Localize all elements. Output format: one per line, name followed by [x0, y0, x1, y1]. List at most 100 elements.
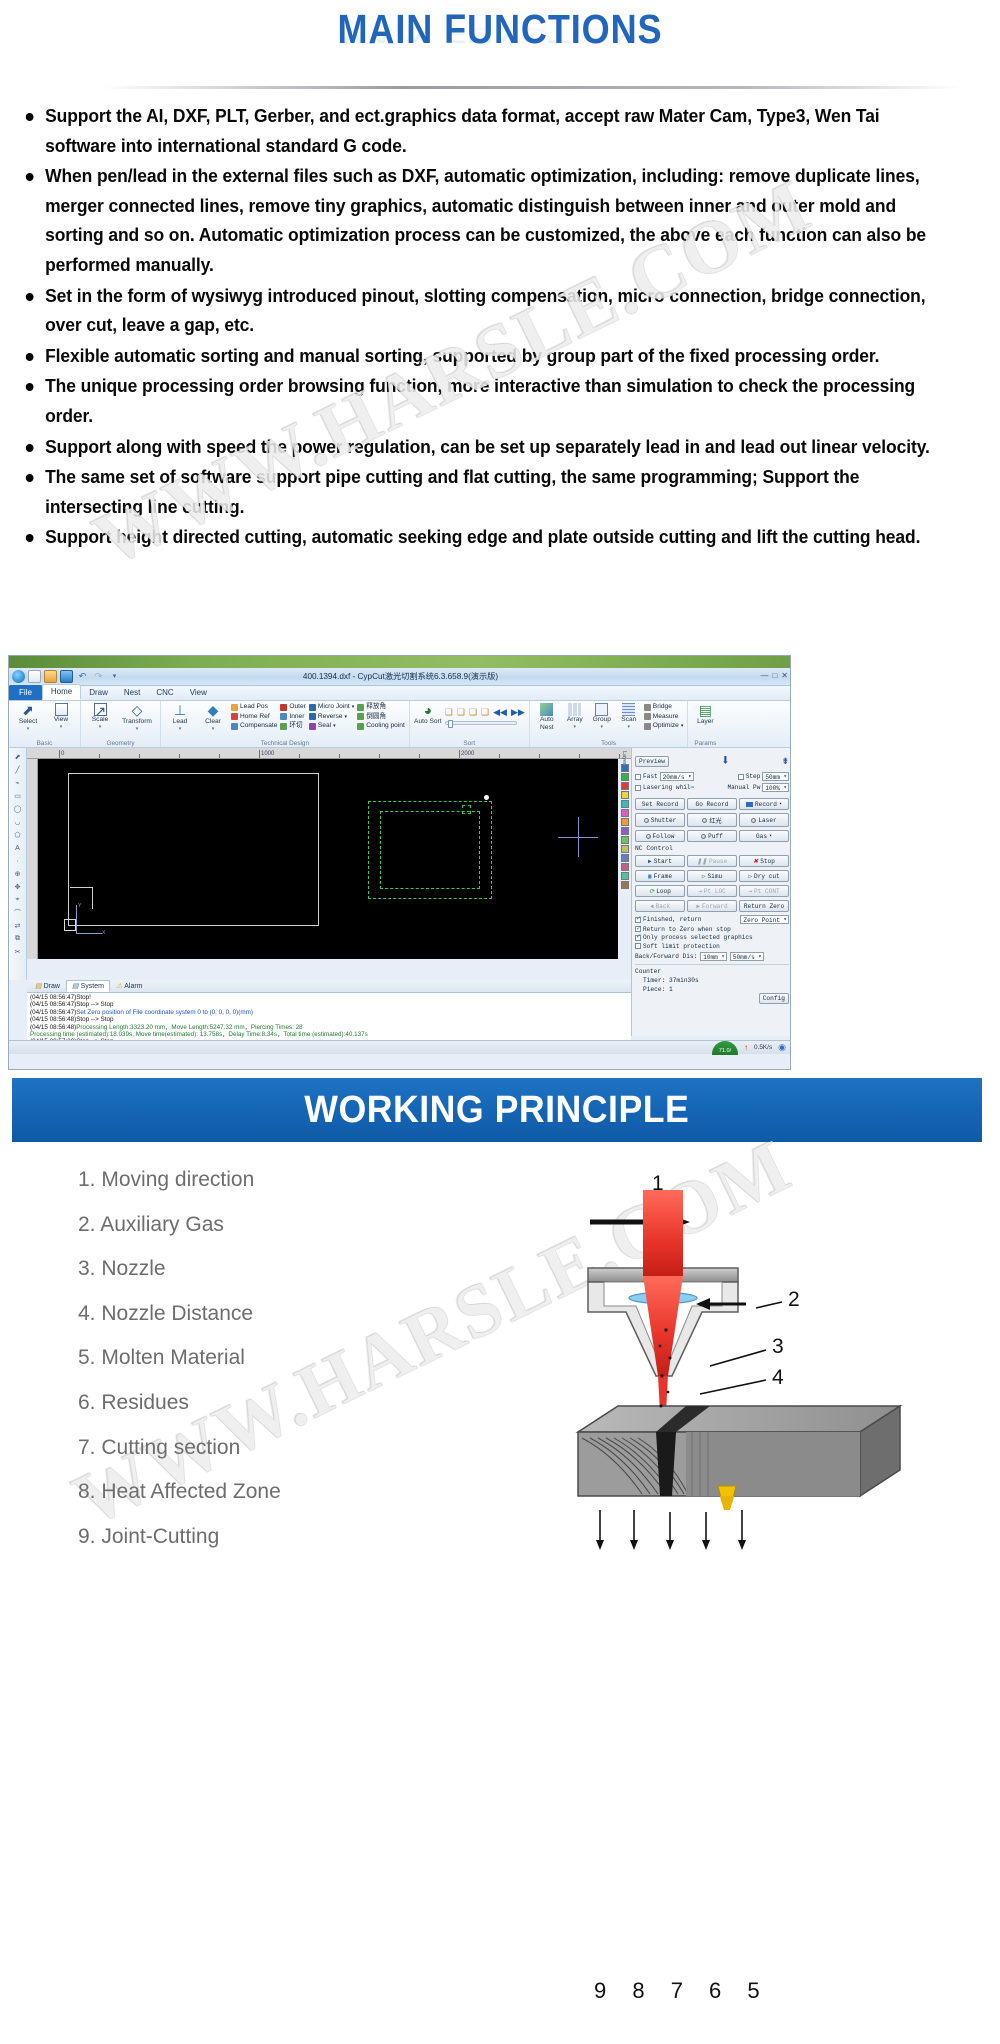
tab-nest[interactable]: Nest — [116, 686, 148, 700]
zero-point-select[interactable]: Zero Point — [740, 915, 789, 924]
stop-button[interactable]: ✖ Stop — [739, 855, 789, 867]
back-forward-speed-select[interactable]: 50mm/s — [729, 951, 764, 961]
bridge-button[interactable]: Bridge — [643, 703, 684, 711]
next-icon[interactable]: ▶▶ — [511, 707, 525, 718]
follow-button[interactable]: Follow — [635, 830, 685, 842]
start-button[interactable]: ▶ Start — [635, 855, 685, 867]
polygon-tool-icon[interactable]: ⬠ — [11, 829, 25, 841]
rect-tool-icon[interactable]: ▭ — [11, 790, 25, 802]
layer-swatch[interactable] — [621, 872, 629, 880]
line-tool-icon[interactable]: ╱ — [11, 764, 25, 776]
lead-button[interactable]: ⊥ Lead ▾ — [165, 703, 195, 732]
micro-joint-button[interactable]: Micro Joint ▾ — [308, 703, 354, 711]
prev-icon[interactable]: ◀◀ — [493, 707, 507, 718]
only-selected-checkbox[interactable] — [635, 932, 641, 941]
log-tab-system[interactable]: ▤ System — [65, 980, 110, 992]
gas-button[interactable]: Gas ▾ — [739, 830, 789, 842]
fast-checkbox-row[interactable]: Fast 20mm/s — [635, 772, 694, 781]
layer-swatch[interactable] — [621, 827, 629, 835]
manual-power-row[interactable]: Manual Pw 100% — [727, 783, 789, 792]
layer-button[interactable]: ▤ Layer — [692, 703, 718, 726]
nc-row-4[interactable]: ◀ Back ▶ Forward Return Zero — [635, 900, 789, 912]
go-record-button[interactable]: Go Record — [687, 798, 737, 810]
step-size-select[interactable]: 50mm — [762, 772, 789, 781]
slider-knob[interactable] — [447, 719, 453, 728]
node-tool-icon[interactable]: ⌖ — [11, 894, 25, 906]
return-zero-stop-row[interactable]: Return to Zero when stop — [635, 924, 789, 933]
offset-tool-icon[interactable]: ⧉ — [11, 933, 25, 945]
record-button-row[interactable]: Set Record Go Record Record ▾ — [635, 798, 789, 810]
log-tab-draw[interactable]: ▤ Draw — [30, 981, 65, 991]
layer-swatch[interactable] — [621, 845, 629, 853]
nozzle-icon[interactable]: ⇟ — [782, 754, 789, 768]
circle-tool-icon[interactable]: ◯ — [11, 803, 25, 815]
home-ref-button[interactable]: Home Ref — [231, 713, 277, 721]
arc-tool-icon[interactable]: ◡ — [11, 816, 25, 828]
drawing-toolbar[interactable]: ⬈ ╱ ⌁ ▭ ◯ ◡ ⬠ A · ⊕ ✥ ⌖ ⌒ ⇄ ⧉ ✂ — [9, 748, 27, 980]
scale-button[interactable]: ↗ Scale ▾ — [85, 703, 115, 730]
loop-button[interactable]: ⟳ Loop — [635, 885, 685, 897]
transform-button[interactable]: ◇ Transform ▾ — [118, 703, 156, 732]
array-button[interactable]: Array ▾ — [563, 703, 587, 730]
text-tool-icon[interactable]: A — [11, 842, 25, 854]
cooling-point-button[interactable]: Cooling point — [357, 722, 405, 730]
step-checkbox[interactable] — [737, 773, 744, 780]
compensate-button[interactable]: Compensate — [231, 722, 277, 730]
tab-file[interactable]: File — [9, 685, 42, 700]
optimize-button[interactable]: Optimize ▾ — [643, 722, 683, 730]
manual-power-select[interactable]: 100% — [762, 783, 789, 792]
device-toggle-row-1[interactable]: Shutter 红光 Laser — [635, 813, 789, 827]
reverse-button[interactable]: Reverse ▾ — [308, 713, 354, 721]
nc-row-3[interactable]: ⟳ Loop ⇥ Pt LOC ⇥ Pt CONT — [635, 885, 789, 897]
seq-1-icon[interactable]: ❑ — [445, 707, 453, 718]
sort-speed-slider[interactable] — [444, 719, 517, 728]
layer-swatch[interactable] — [621, 764, 629, 772]
preview-row[interactable]: Preview ⬇ ⇟ — [635, 751, 789, 771]
polyline-tool-icon[interactable]: ⌁ — [11, 777, 25, 789]
pointer-tool-icon[interactable]: ⬈ — [11, 751, 25, 763]
seq-3-icon[interactable]: ❑ — [469, 707, 477, 718]
drawing-canvas[interactable]: Y X — [38, 759, 618, 959]
trim-tool-icon[interactable]: ✂ — [11, 946, 25, 958]
tab-draw[interactable]: Draw — [81, 686, 116, 700]
down-arrow-icon[interactable]: ⬇ — [721, 754, 730, 769]
auto-nest-button[interactable]: Auto Nest — [534, 703, 560, 731]
seal-button[interactable]: Seal ▾ — [308, 722, 354, 730]
set-record-button[interactable]: Set Record — [635, 798, 685, 810]
forward-button[interactable]: ▶ Forward — [687, 900, 737, 912]
pause-button[interactable]: ❚❚ Pause — [687, 855, 737, 867]
release-angle-button[interactable]: 释放角 — [357, 703, 405, 711]
clear-button[interactable]: ◆ Clear ▾ — [198, 703, 228, 732]
back-button[interactable]: ◀ Back — [635, 900, 685, 912]
red-light-button[interactable]: 红光 — [687, 813, 737, 827]
shutter-button[interactable]: Shutter — [635, 813, 685, 827]
taskbar[interactable]: 71.0/ ↑ 0.5K/s ◉ — [9, 1040, 790, 1055]
tab-home[interactable]: Home — [41, 684, 82, 700]
pt-loc-button[interactable]: ⇥ Pt LOC — [687, 885, 737, 897]
measure-tool-icon[interactable]: ⌒ — [11, 907, 25, 919]
layer-swatch[interactable] — [621, 836, 629, 844]
ribbon-toolbar[interactable]: ⬈ Select ▾ View ▾ Basic ↗ Scale ▾ ◇ Tran… — [9, 701, 790, 748]
auto-sort-button[interactable]: ◕ Auto Sort — [414, 703, 442, 726]
lasering-while-checkbox[interactable] — [635, 784, 641, 791]
outer-button[interactable]: Outer — [280, 703, 306, 711]
layer-swatch[interactable] — [621, 863, 629, 871]
back-forward-distance-select[interactable]: 10mm — [700, 951, 727, 961]
window-controls[interactable]: — □ ✕ — [760, 671, 788, 680]
layer-swatch[interactable] — [621, 791, 629, 799]
nc-row-2[interactable]: ▣ Frame ▷ Simu ▷ Dry cut — [635, 870, 789, 882]
log-tabbar[interactable]: ▤ Draw ▤ System ⚠ Alarm — [27, 980, 631, 993]
close-button[interactable]: ✕ — [781, 671, 788, 680]
pan-tool-icon[interactable]: ✥ — [11, 881, 25, 893]
fast-checkbox[interactable] — [635, 773, 641, 780]
config-button[interactable]: Config — [758, 992, 789, 1004]
seq-4-icon[interactable]: ❑ — [481, 707, 489, 718]
finished-return-row[interactable]: Finished, return — [635, 914, 702, 923]
nc-row-1[interactable]: ▶ Start ❚❚ Pause ✖ Stop — [635, 855, 789, 867]
record-button[interactable]: Record ▾ — [739, 798, 789, 810]
inner-button[interactable]: Inner — [280, 713, 306, 721]
preview-button[interactable]: Preview — [635, 755, 669, 767]
nc-options[interactable]: Finished, return Zero Point Return to Ze… — [635, 914, 789, 950]
seq-2-icon[interactable]: ❑ — [457, 707, 465, 718]
tray-app-icon[interactable]: ◉ — [778, 1042, 786, 1053]
